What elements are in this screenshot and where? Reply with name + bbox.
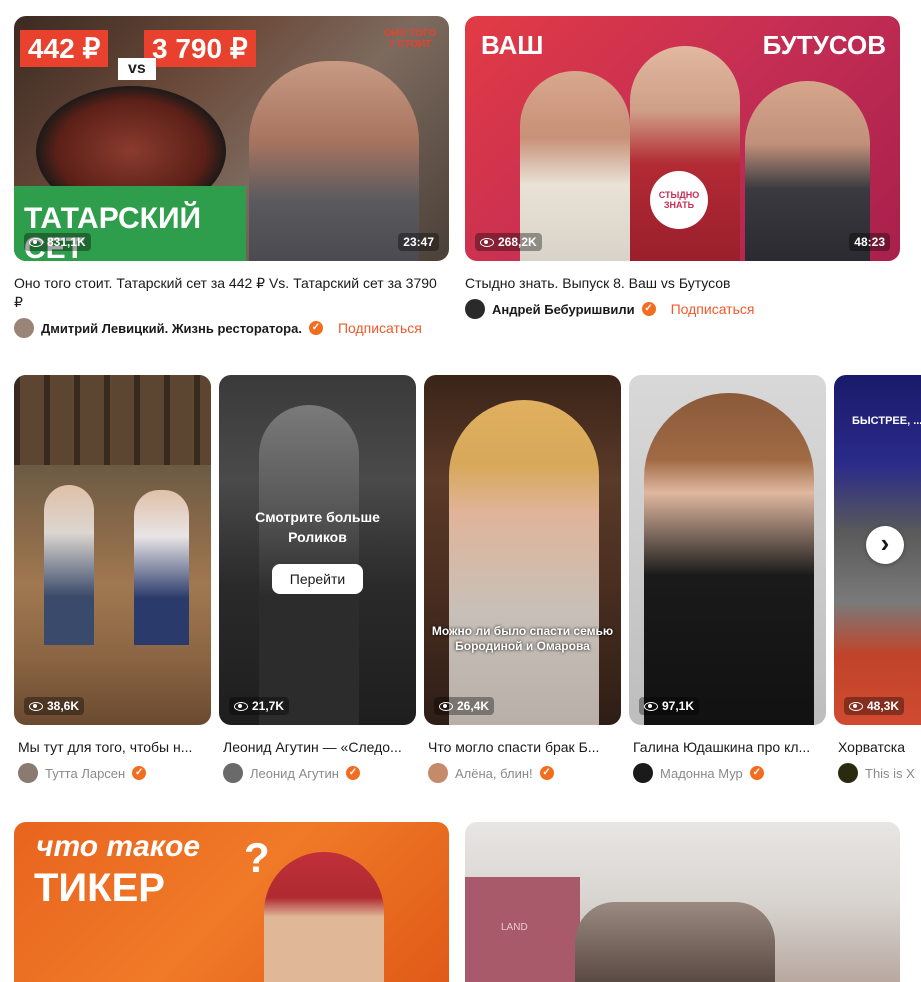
views-badge: 38,6K [24, 697, 85, 715]
short-card-5[interactable]: БЫСТРЕЕ, ... М 48,3K Хорватска This is X [834, 375, 921, 783]
avatar[interactable] [465, 299, 485, 319]
channel-name[interactable]: Андрей Бебуришвили [492, 302, 635, 317]
views-badge: 48,3K [844, 697, 905, 715]
thumb-text-right: БУТУСОВ [762, 30, 886, 60]
person-image [249, 61, 419, 261]
person-image [134, 490, 189, 645]
short-card-2[interactable]: Смотрите больше Роликов Перейти 21,7K Ле… [219, 375, 416, 783]
dancers-image [575, 902, 775, 982]
price-tag-left: 442 ₽ [20, 30, 109, 67]
eye-icon [480, 237, 494, 247]
duration-badge: 48:23 [849, 233, 890, 251]
ceiling-beams [14, 375, 211, 465]
question-mark: ? [244, 834, 270, 881]
channel-name[interactable]: This is X [865, 766, 915, 781]
short-thumbnail[interactable]: Можно ли было спасти семью Бородиной и О… [424, 375, 621, 725]
eye-icon [439, 701, 453, 711]
short-thumbnail[interactable]: 97,1K [629, 375, 826, 725]
video-card-1[interactable]: 442 ₽ 3 790 ₽ vs ОНО ТОГО ? СТОИТ ТАТАРС… [14, 16, 449, 338]
eye-icon [234, 701, 248, 711]
eye-icon [29, 237, 43, 247]
channel-row: Тутта Ларсен ✓ [18, 763, 211, 783]
short-card-1[interactable]: 38,6K Мы тут для того, чтобы н... Тутта … [14, 375, 211, 783]
thumb-text-line1: что такое [36, 830, 201, 863]
vs-label: vs [118, 58, 156, 80]
channel-name[interactable]: Дмитрий Левицкий. Жизнь ресторатора. [41, 321, 302, 336]
avatar[interactable] [838, 763, 858, 783]
views-badge: 21,7K [229, 697, 290, 715]
price-tag-right: 3 790 ₽ [144, 30, 256, 67]
short-card-3[interactable]: Можно ли было спасти семью Бородиной и О… [424, 375, 621, 783]
video-card-2[interactable]: ВАШ БУТУСОВ СТЫДНО ЗНАТЬ 268,2K 48:23 Ст… [465, 16, 900, 319]
views-badge: 26,4K [434, 697, 495, 715]
eye-icon [849, 701, 863, 711]
channel-row: Андрей Бебуришвили ✓ Подписаться [465, 299, 900, 319]
video-thumbnail[interactable]: что такое ТИКЕР ? [14, 822, 449, 982]
avatar[interactable] [223, 763, 243, 783]
video-title[interactable]: Стыдно знать. Выпуск 8. Ваш vs Бутусов [465, 274, 900, 293]
more-shorts-overlay: Смотрите больше Роликов [255, 509, 380, 545]
short-card-4[interactable]: 97,1K Галина Юдашкина про кл... Мадонна … [629, 375, 826, 783]
short-title[interactable]: Хорватска [838, 738, 921, 757]
short-thumbnail[interactable]: 38,6K [14, 375, 211, 725]
person-image-middle [630, 46, 740, 261]
short-title[interactable]: Что могло спасти брак Б... [428, 738, 621, 757]
video-card-4[interactable]: LAND [465, 822, 900, 982]
avatar[interactable] [428, 763, 448, 783]
video-card-3[interactable]: что такое ТИКЕР ? [14, 822, 449, 982]
video-title[interactable]: Оно того стоит. Татарский сет за 442 ₽ V… [14, 274, 449, 312]
verified-icon: ✓ [749, 766, 764, 780]
thumb-text-line2: ТИКЕР [34, 866, 165, 910]
short-title[interactable]: Мы тут для того, чтобы н... [18, 738, 211, 757]
avatar[interactable] [18, 763, 38, 783]
person-image [44, 485, 94, 645]
video-thumbnail[interactable]: ВАШ БУТУСОВ СТЫДНО ЗНАТЬ 268,2K 48:23 [465, 16, 900, 261]
person-image [264, 852, 384, 982]
verified-icon: ✓ [539, 766, 554, 780]
channel-row: Леонид Агутин ✓ [223, 763, 416, 783]
channel-name[interactable]: Леонид Агутин [250, 766, 339, 781]
short-title[interactable]: Галина Юдашкина про кл... [633, 738, 826, 757]
next-arrow-button[interactable]: › [866, 526, 904, 564]
thumb-text: БЫСТРЕЕ, ... М [852, 415, 921, 427]
channel-name[interactable]: Мадонна Мур [660, 766, 743, 781]
verified-icon: ✓ [345, 766, 360, 780]
chevron-right-icon: › [880, 528, 890, 558]
eye-icon [29, 701, 43, 711]
channel-name[interactable]: Алёна, блин! [455, 766, 533, 781]
short-title[interactable]: Леонид Агутин — «Следо... [223, 738, 416, 757]
verified-icon: ✓ [132, 766, 147, 780]
video-thumbnail[interactable]: LAND [465, 822, 900, 982]
person-image [449, 400, 599, 725]
video-thumbnail[interactable]: 442 ₽ 3 790 ₽ vs ОНО ТОГО ? СТОИТ ТАТАРС… [14, 16, 449, 261]
duration-badge: 23:47 [398, 233, 439, 251]
channel-name[interactable]: Тутта Ларсен [45, 766, 125, 781]
caption-text: Можно ли было спасти семью Бородиной и О… [431, 624, 614, 653]
views-badge: 97,1K [639, 697, 700, 715]
show-logo: СТЫДНО ЗНАТЬ [650, 171, 708, 229]
subscribe-button[interactable]: Подписаться [671, 301, 755, 317]
channel-row: This is X [838, 763, 921, 783]
stamp-logo: ОНО ТОГО ? СТОИТ [383, 28, 437, 50]
views-badge: 831,1K [24, 233, 91, 251]
go-button[interactable]: Перейти [272, 564, 363, 594]
thumb-text-left: ВАШ [481, 30, 544, 60]
short-thumbnail[interactable]: Смотрите больше Роликов Перейти 21,7K [219, 375, 416, 725]
avatar[interactable] [14, 318, 34, 338]
channel-row: Дмитрий Левицкий. Жизнь ресторатора. ✓ П… [14, 318, 449, 338]
subscribe-button[interactable]: Подписаться [338, 320, 422, 336]
person-image [644, 393, 814, 725]
channel-row: Мадонна Мур ✓ [633, 763, 826, 783]
sign-text: LAND [501, 922, 528, 933]
verified-icon: ✓ [641, 302, 656, 316]
views-badge: 268,2K [475, 233, 542, 251]
eye-icon [644, 701, 658, 711]
avatar[interactable] [633, 763, 653, 783]
channel-row: Алёна, блин! ✓ [428, 763, 621, 783]
verified-icon: ✓ [308, 321, 323, 335]
